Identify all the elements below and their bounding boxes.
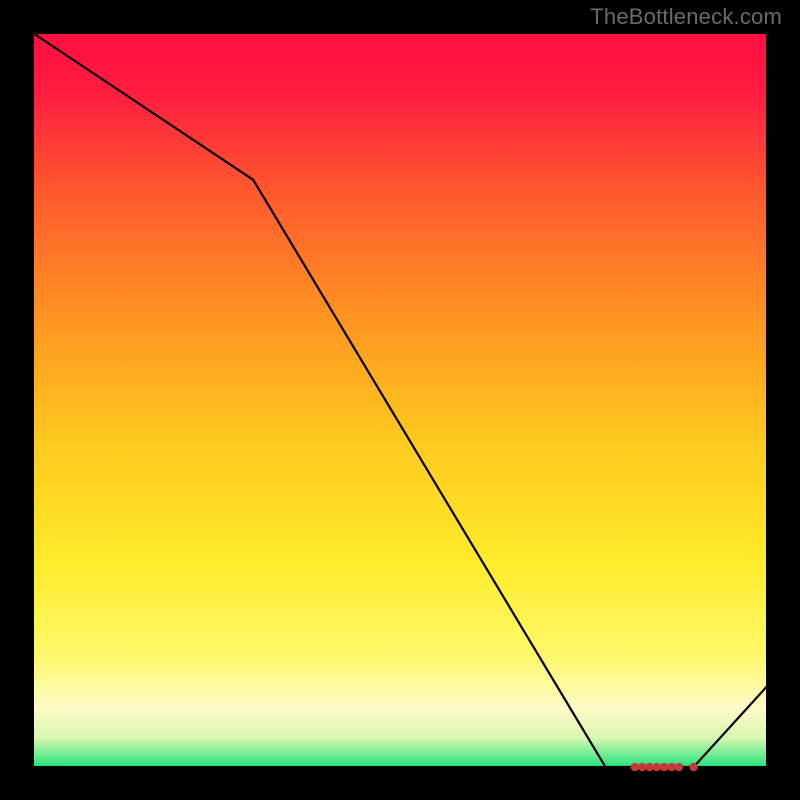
plot-area: [33, 33, 767, 767]
bottleneck-chart: TheBottleneck.com: [0, 0, 800, 800]
watermark-text: TheBottleneck.com: [590, 4, 782, 30]
chart-svg: [0, 0, 800, 800]
